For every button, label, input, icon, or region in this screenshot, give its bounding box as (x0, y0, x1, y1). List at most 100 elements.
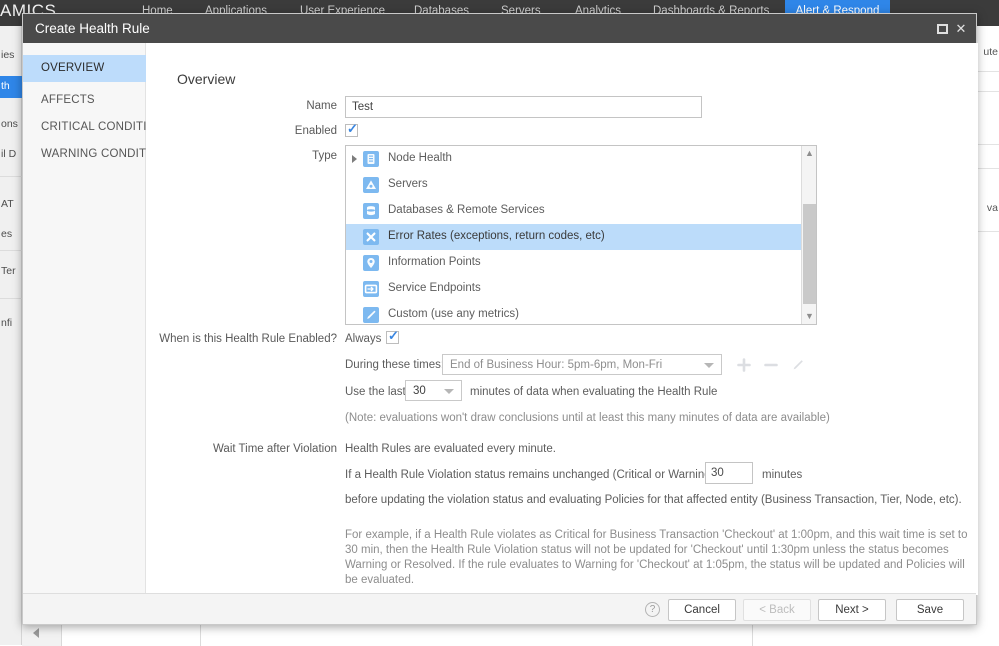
during-times-select[interactable]: End of Business Hour: 5pm-6pm, Mon-Fri (442, 354, 722, 375)
dialog-step-sidebar: OVERVIEW AFFECTS CRITICAL CONDITION WARN… (23, 43, 146, 595)
sidebar-item-affects[interactable]: AFFECTS (23, 87, 146, 114)
scroll-up-icon[interactable]: ▲ (802, 146, 817, 161)
during-times-label: During these times: (345, 359, 444, 371)
use-last-value: 30 (413, 385, 426, 397)
right-rule-1 (977, 71, 999, 72)
type-item-service-endpoints[interactable]: Service Endpoints (346, 276, 801, 302)
wait-line-2-prefix: If a Health Rule Violation status remain… (345, 469, 741, 481)
enabled-label: Enabled (207, 125, 337, 137)
rail-fragment-health-label: th (1, 80, 10, 92)
scrollbar-thumb[interactable] (803, 204, 816, 304)
use-last-prefix: Use the last (345, 386, 406, 398)
use-last-note: (Note: evaluations won't draw conclusion… (345, 412, 830, 424)
type-item-label: Node Health (388, 152, 452, 164)
enabled-checkbox[interactable]: ✓ (345, 124, 358, 137)
dialog-titlebar: Create Health Rule ✕ (23, 14, 976, 43)
wait-example-text: For example, if a Health Rule violates a… (345, 528, 977, 588)
right-rule-2 (977, 91, 999, 92)
scroll-down-icon[interactable]: ▼ (802, 309, 817, 324)
rail-fragment-email-digests[interactable]: il D (1, 148, 16, 160)
background-bottom-toggle[interactable] (22, 623, 62, 646)
right-fragment-minutes: ute (983, 46, 998, 58)
type-item-databases-remote-services[interactable]: Databases & Remote Services (346, 198, 801, 224)
right-fragment-evaluate: va (987, 202, 998, 214)
chevron-right-icon[interactable] (352, 155, 357, 163)
sidebar-item-overview[interactable]: OVERVIEW (23, 55, 146, 82)
wait-time-label: Wait Time after Violation (147, 443, 337, 455)
servers-icon (363, 177, 379, 193)
rail-fragment-actions[interactable]: ons (1, 118, 18, 130)
during-times-value: End of Business Hour: 5pm-6pm, Mon-Fri (450, 359, 662, 371)
rail-fragment-policies[interactable]: ies (1, 49, 14, 61)
background-bottom-strip (22, 622, 977, 645)
wait-line-2-suffix: minutes (762, 469, 802, 481)
pencil-icon[interactable] (790, 357, 806, 378)
rail-divider-3 (0, 298, 22, 299)
service-endpoint-icon (363, 281, 379, 297)
sidebar-item-warning-condition[interactable]: WARNING CONDITION (23, 141, 146, 168)
chevron-down-icon (444, 389, 454, 394)
type-item-servers[interactable]: Servers (346, 172, 801, 198)
right-rule-4 (977, 168, 999, 169)
background-column-separator-1 (200, 623, 201, 646)
background-left-sidebar: ies th ons il D AT es Ter nfi (0, 26, 22, 645)
plus-icon[interactable] (736, 357, 752, 378)
always-label: Always (345, 333, 381, 345)
dialog-footer: ? Cancel < Back Next > Save (23, 593, 976, 624)
type-item-label: Servers (388, 178, 428, 190)
enabled-when-label: When is this Health Rule Enabled? (147, 333, 337, 345)
type-item-information-points[interactable]: Information Points (346, 250, 801, 276)
name-label: Name (207, 100, 337, 112)
rail-divider-2 (0, 250, 22, 251)
rail-fragment-health-active[interactable]: th (0, 76, 22, 98)
close-icon[interactable]: ✕ (954, 22, 968, 36)
database-icon (363, 203, 379, 219)
back-button[interactable]: < Back (743, 599, 811, 621)
chevron-down-icon (704, 363, 714, 368)
rail-fragment-terms[interactable]: Ter (1, 265, 16, 277)
error-rates-icon (363, 229, 379, 245)
sidebar-item-critical-condition[interactable]: CRITICAL CONDITION (23, 114, 146, 141)
right-rule-5 (977, 231, 999, 232)
wait-line-1: Health Rules are evaluated every minute. (345, 443, 556, 455)
dialog-body: OVERVIEW AFFECTS CRITICAL CONDITION WARN… (23, 43, 976, 595)
next-button[interactable]: Next > (818, 599, 886, 621)
checkmark-icon: ✓ (388, 329, 399, 342)
help-icon[interactable]: ? (645, 602, 660, 617)
cancel-button[interactable]: Cancel (668, 599, 736, 621)
minus-icon[interactable] (763, 357, 779, 378)
type-item-label: Error Rates (exceptions, return codes, e… (388, 230, 605, 242)
type-item-error-rates[interactable]: Error Rates (exceptions, return codes, e… (346, 224, 801, 250)
type-item-label: Databases & Remote Services (388, 204, 545, 216)
wait-minutes-input[interactable] (705, 462, 753, 484)
rail-divider-1 (0, 176, 22, 177)
background-right-panel: ute va (977, 26, 999, 645)
use-last-suffix: minutes of data when evaluating the Heal… (470, 386, 717, 398)
custom-metric-icon (363, 307, 379, 323)
use-last-select[interactable]: 30 (405, 380, 462, 401)
type-list[interactable]: Node Health Servers (345, 145, 817, 325)
always-checkbox[interactable]: ✓ (386, 331, 399, 344)
chevron-right-icon (33, 628, 39, 638)
save-button[interactable]: Save (896, 599, 964, 621)
type-item-node-health[interactable]: Node Health (346, 146, 801, 172)
maximize-icon[interactable] (936, 22, 950, 36)
rail-fragment-config[interactable]: nfi (1, 317, 12, 329)
right-rule-3 (977, 144, 999, 145)
dialog-title: Create Health Rule (35, 21, 150, 36)
node-health-icon (363, 151, 379, 167)
type-item-custom-metrics[interactable]: Custom (use any metrics) (346, 302, 801, 325)
information-point-icon (363, 255, 379, 271)
rail-fragment-templates[interactable]: es (1, 228, 12, 240)
type-item-label: Information Points (388, 256, 481, 268)
page-title: Overview (177, 71, 235, 87)
background-column-separator-2 (752, 623, 753, 646)
type-item-label: Custom (use any metrics) (388, 308, 519, 320)
type-item-label: Service Endpoints (388, 282, 481, 294)
type-list-scrollbar[interactable]: ▲ ▼ (801, 146, 816, 324)
type-label: Type (207, 150, 337, 162)
wait-line-3: before updating the violation status and… (345, 494, 962, 506)
overview-panel: Overview Name Enabled ✓ Type (147, 43, 978, 595)
name-input[interactable] (345, 96, 702, 118)
rail-fragment-integrations[interactable]: AT (1, 198, 14, 210)
